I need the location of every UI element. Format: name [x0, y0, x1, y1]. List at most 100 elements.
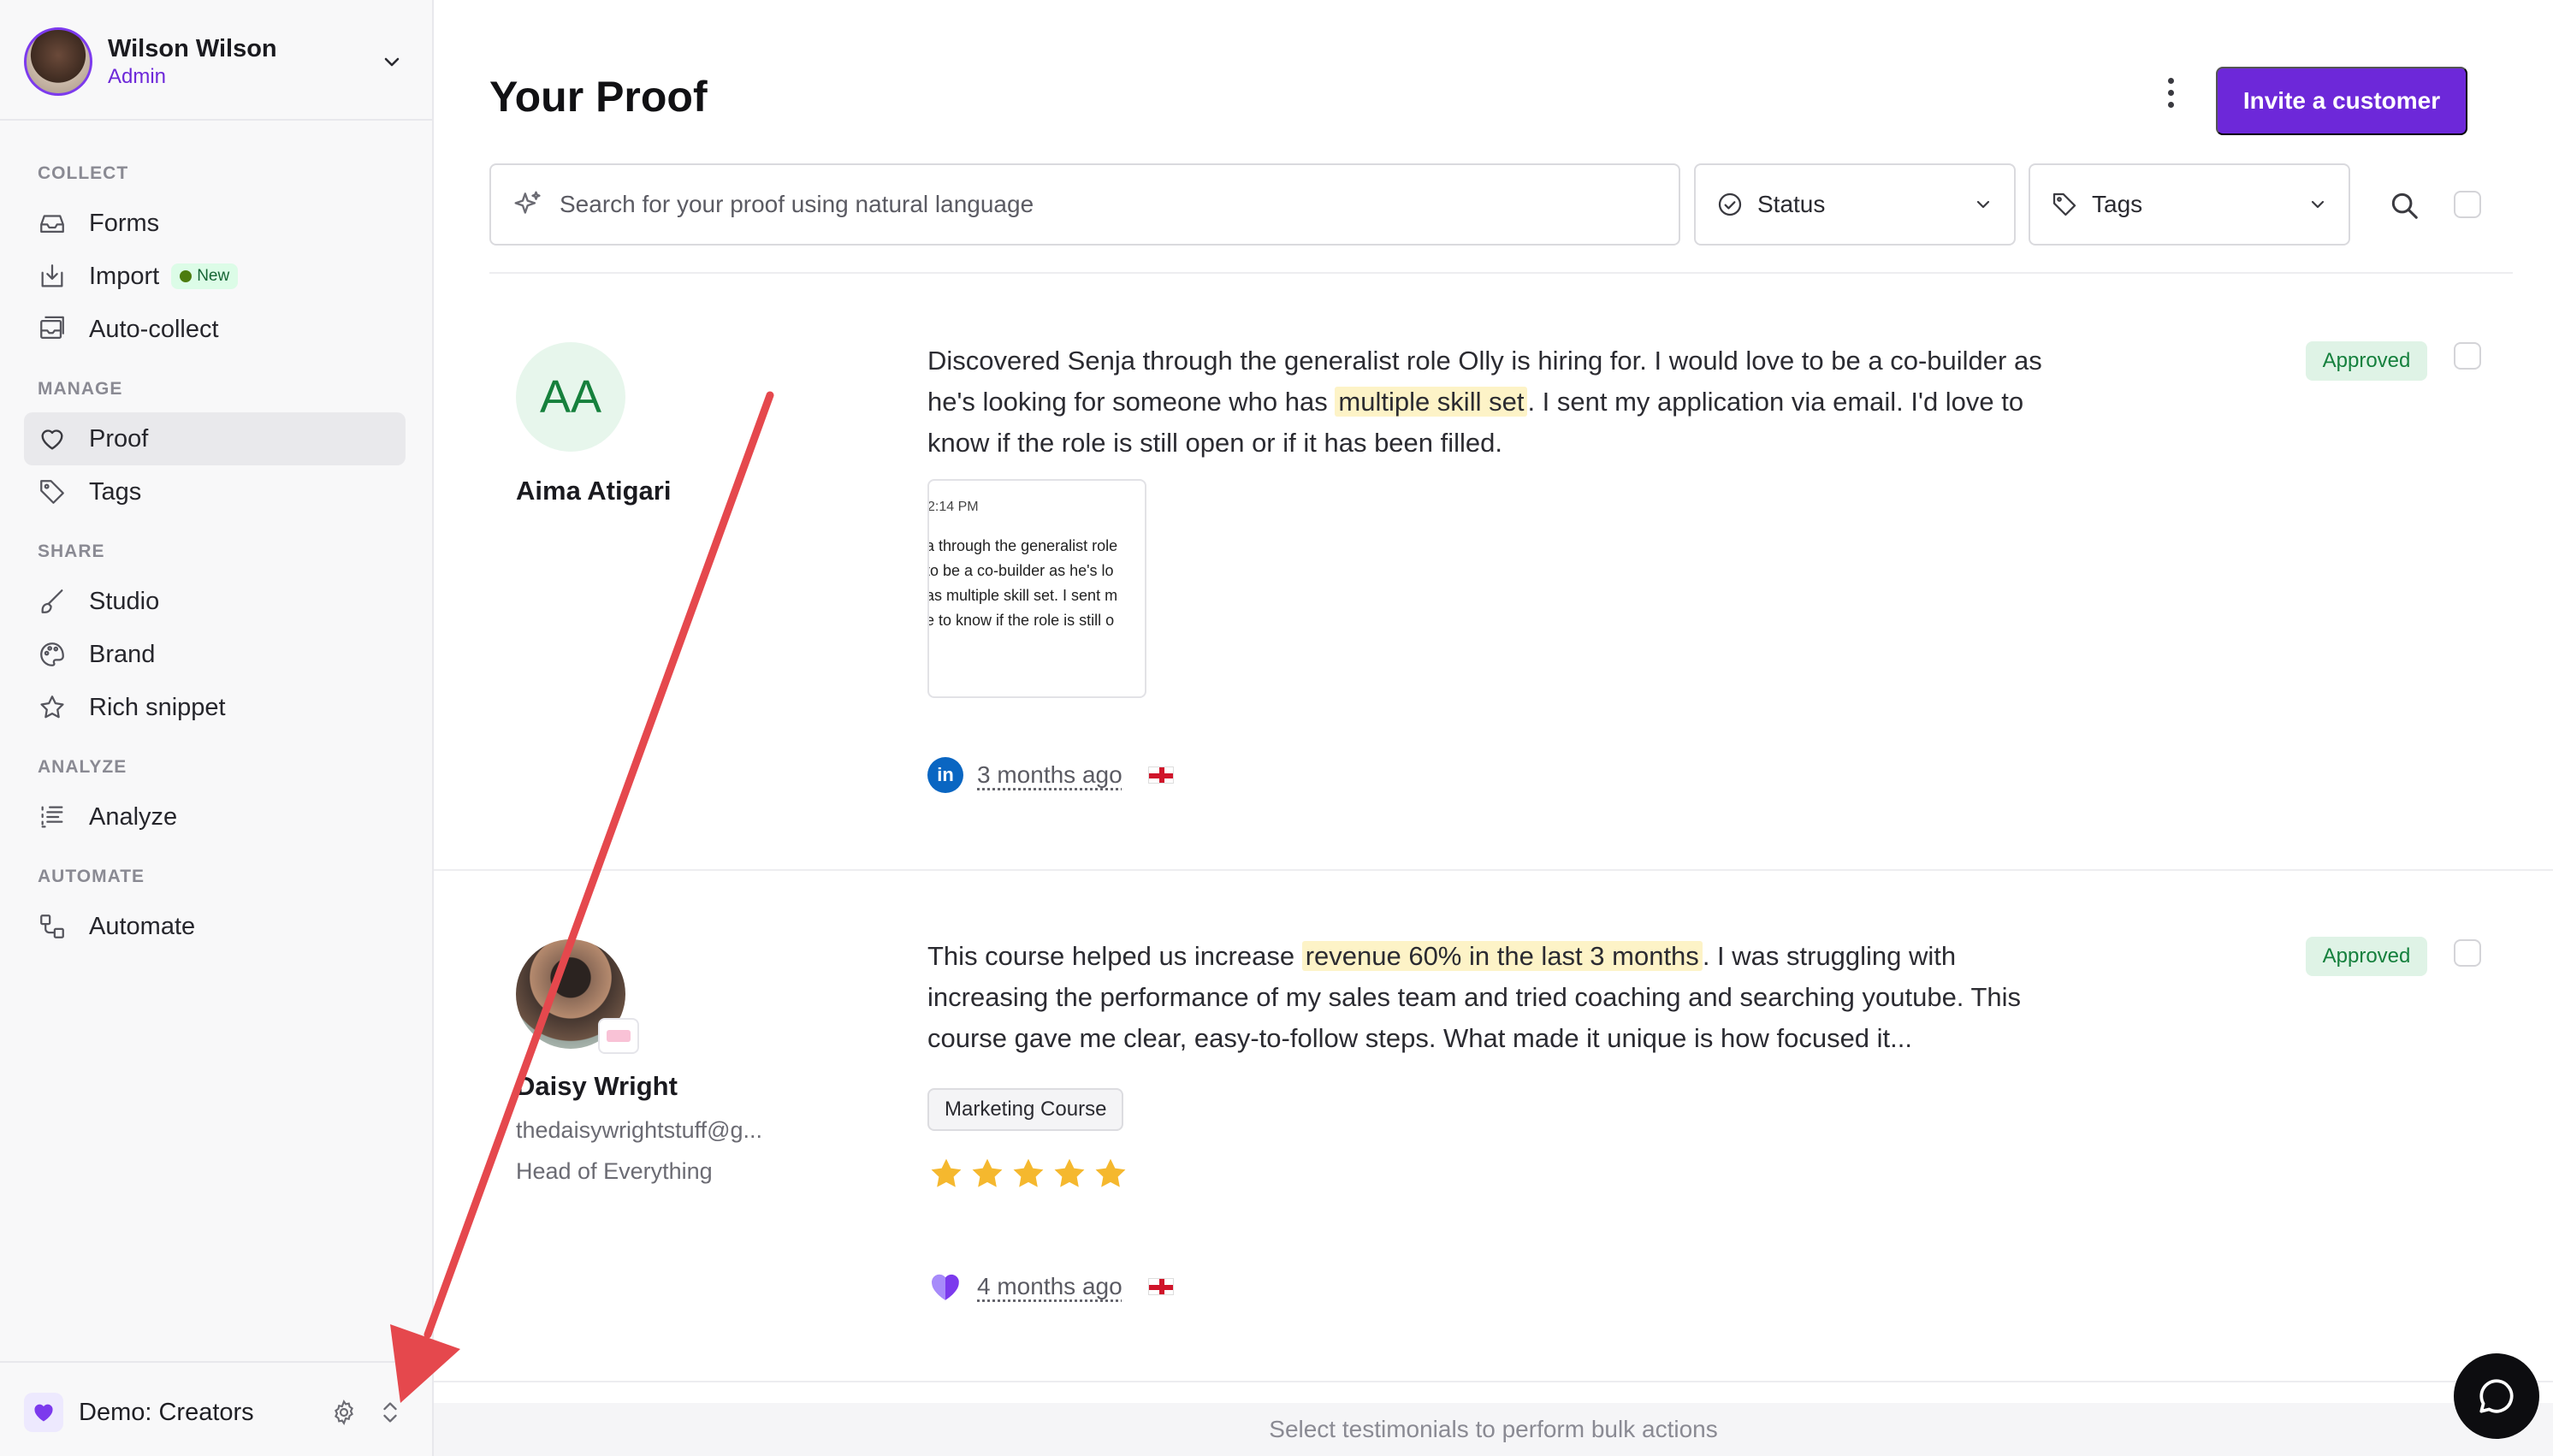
sidebar-item-rich-snippet[interactable]: Rich snippet: [24, 681, 406, 734]
workspace-name: Demo: Creators: [79, 1398, 254, 1426]
source-badge-icon: [598, 1018, 639, 1054]
main-content: Your Proof Invite a customer Search for …: [434, 0, 2553, 1456]
sidebar-item-brand[interactable]: Brand: [24, 628, 406, 681]
more-options-icon[interactable]: [2153, 72, 2188, 113]
bulk-actions-bar: Select testimonials to perform bulk acti…: [434, 1403, 2553, 1456]
sidebar: Wilson Wilson Admin COLLECT Forms Import…: [0, 0, 434, 1456]
sidebar-item-label: Automate: [89, 912, 196, 940]
select-all-checkbox[interactable]: [2454, 191, 2481, 218]
england-flag-icon: [1147, 1278, 1174, 1295]
chat-bubble-icon[interactable]: [2454, 1353, 2539, 1439]
analyze-icon: [41, 806, 63, 828]
inbox-icon: [40, 215, 64, 234]
divider: [0, 1361, 432, 1363]
tag-icon: [2052, 192, 2076, 216]
search-placeholder: Search for your proof using natural lang…: [560, 191, 1034, 217]
sidebar-item-label: Auto-collect: [89, 315, 219, 343]
author-title: Head of Everything: [516, 1158, 713, 1184]
user-name: Wilson Wilson: [108, 35, 277, 62]
star-icon: [40, 695, 64, 719]
sidebar-item-automate[interactable]: Automate: [24, 900, 406, 953]
auto-collect-icon: [40, 316, 64, 340]
sidebar-item-label: Tags: [89, 477, 142, 506]
sidebar-nav: COLLECT Forms Import New Auto-collect MA…: [24, 151, 406, 953]
sidebar-item-studio[interactable]: Studio: [24, 575, 406, 628]
section-share: SHARE: [38, 542, 105, 561]
senja-heart-icon[interactable]: [927, 1269, 963, 1305]
testimonial-text: This course helped us increase revenue 6…: [927, 941, 2022, 1053]
testimonial-text: Discovered Senja through the generalist …: [927, 346, 2042, 458]
testimonial-meta: 4 months ago: [927, 1268, 1174, 1305]
section-analyze: ANALYZE: [38, 757, 127, 777]
invite-customer-button[interactable]: Invite a customer: [2216, 67, 2467, 135]
star-filled-icon: [1013, 1158, 1044, 1187]
heart-icon: [24, 1393, 63, 1432]
divider: [434, 1381, 2553, 1382]
sidebar-item-forms[interactable]: Forms: [24, 197, 406, 250]
highlight: revenue 60% in the last 3 months: [1301, 941, 1703, 971]
sidebar-item-label: Brand: [89, 640, 156, 668]
tag-icon: [40, 480, 64, 504]
author-name: Daisy Wright: [516, 1071, 678, 1101]
chevron-up-down-icon[interactable]: [371, 1394, 409, 1431]
sidebar-item-label: Proof: [89, 424, 149, 453]
sidebar-item-label: Analyze: [89, 802, 178, 831]
sidebar-item-label: Rich snippet: [89, 693, 226, 721]
sidebar-item-auto-collect[interactable]: Auto-collect: [24, 303, 406, 356]
check-circle-icon: [1718, 192, 1742, 216]
search-icon[interactable]: [2385, 186, 2423, 224]
star-filled-icon: [972, 1158, 1003, 1187]
sidebar-item-tags[interactable]: Tags: [24, 465, 406, 518]
attachment-thumbnail[interactable]: 2:14 PM a through the generalist role to…: [927, 479, 1146, 698]
chevron-down-icon: [2311, 200, 2325, 209]
row-checkbox[interactable]: [2454, 939, 2481, 967]
author-name: Aima Atigari: [516, 476, 672, 506]
highlight: multiple skill set: [1335, 387, 1528, 417]
avatar: [24, 27, 92, 96]
linkedin-icon[interactable]: in: [927, 757, 963, 793]
chevron-down-icon: [1976, 200, 1990, 209]
sidebar-item-analyze[interactable]: Analyze: [24, 790, 406, 843]
workspace-switcher[interactable]: Demo: Creators: [24, 1388, 409, 1437]
status-badge[interactable]: Approved: [2306, 341, 2427, 381]
timestamp[interactable]: 3 months ago: [977, 761, 1122, 789]
section-manage: MANAGE: [38, 379, 123, 399]
tags-filter-dropdown[interactable]: Tags: [2029, 163, 2350, 246]
automate-icon: [40, 914, 64, 938]
brush-icon: [41, 589, 63, 613]
section-collect: COLLECT: [38, 163, 129, 183]
sidebar-item-proof[interactable]: Proof: [24, 412, 406, 465]
row-checkbox[interactable]: [2454, 342, 2481, 370]
avatar-initials: AA: [516, 342, 625, 452]
author-email: thedaisywrightstuff@g...: [516, 1117, 763, 1143]
sidebar-item-label: Forms: [89, 209, 160, 237]
star-rating: [927, 1155, 1129, 1193]
chevron-down-icon[interactable]: [375, 44, 409, 79]
testimonial-meta: in 3 months ago: [927, 756, 1174, 794]
palette-icon: [40, 642, 64, 666]
import-icon: [41, 264, 63, 287]
testimonial-card: Daisy Wright thedaisywrightstuff@g... He…: [434, 871, 2553, 1381]
sidebar-item-label: Studio: [89, 587, 160, 615]
tag-chip[interactable]: Marketing Course: [927, 1088, 1124, 1131]
search-input[interactable]: Search for your proof using natural lang…: [489, 163, 1680, 246]
heart-icon: [41, 429, 63, 450]
status-filter-label: Status: [1757, 191, 1826, 217]
star-filled-icon: [1054, 1158, 1085, 1187]
star-filled-icon: [931, 1158, 962, 1187]
status-badge[interactable]: Approved: [2306, 937, 2427, 976]
timestamp[interactable]: 4 months ago: [977, 1273, 1122, 1300]
user-menu[interactable]: Wilson Wilson Admin: [24, 26, 409, 98]
sidebar-item-import[interactable]: Import New: [24, 250, 406, 303]
sparkle-icon: [514, 191, 541, 214]
settings-gear-icon[interactable]: [325, 1394, 363, 1431]
status-filter-dropdown[interactable]: Status: [1694, 163, 2016, 246]
tags-filter-label: Tags: [2092, 191, 2143, 217]
section-automate: AUTOMATE: [38, 867, 145, 886]
divider: [0, 119, 432, 121]
testimonial-card: AA Aima Atigari Discovered Senja through…: [434, 274, 2553, 869]
sidebar-item-label: Import: [89, 262, 160, 290]
star-filled-icon: [1095, 1158, 1126, 1187]
user-role: Admin: [108, 65, 167, 88]
page-title: Your Proof: [489, 73, 708, 121]
